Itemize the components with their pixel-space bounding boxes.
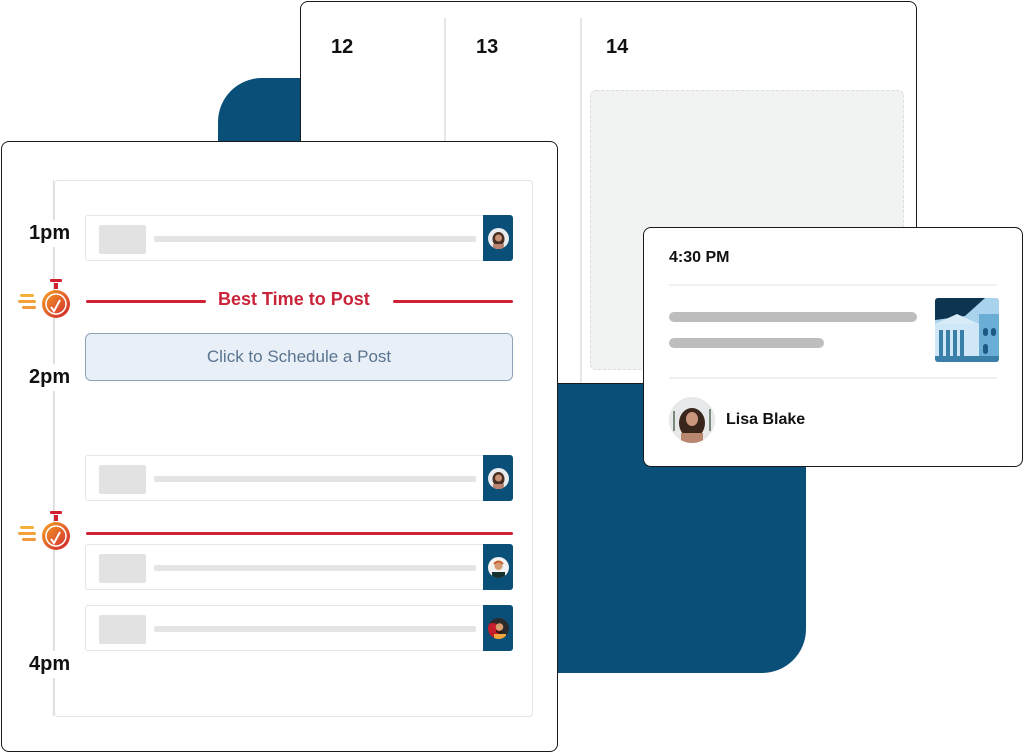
post-author-avatar	[483, 455, 513, 501]
post-author-avatar	[483, 215, 513, 261]
scheduled-post-row[interactable]	[85, 215, 513, 261]
author-avatar	[669, 397, 715, 443]
building-illustration-icon	[935, 298, 999, 362]
stopwatch-check-icon	[18, 274, 76, 326]
calendar-day-number: 12	[331, 36, 354, 58]
post-text-placeholder	[154, 476, 476, 482]
time-label-2pm: 2pm	[29, 364, 71, 391]
post-text-placeholder	[154, 236, 476, 242]
divider	[669, 377, 997, 379]
post-thumbnail-placeholder	[99, 225, 146, 254]
time-label-1pm: 1pm	[29, 220, 71, 247]
post-text-placeholder	[669, 312, 917, 322]
woman-curly-hair-avatar-icon	[487, 227, 509, 249]
divider	[669, 284, 997, 286]
post-text-placeholder	[154, 565, 476, 571]
best-time-line	[393, 300, 513, 303]
author-name: Lisa Blake	[726, 411, 806, 428]
post-preview-card[interactable]: 4:30 PM Lisa Blake	[643, 227, 1023, 467]
post-thumbnail-placeholder	[99, 554, 146, 583]
post-text-placeholder	[154, 626, 476, 632]
man-red-background-avatar-icon	[487, 617, 509, 639]
post-thumbnail-placeholder	[99, 615, 146, 644]
post-author-avatar	[483, 605, 513, 651]
woman-curly-hair-avatar-icon	[487, 467, 509, 489]
scheduled-post-row[interactable]	[85, 455, 513, 501]
stopwatch-check-icon	[18, 506, 76, 558]
best-time-line	[86, 300, 206, 303]
post-author-avatar	[483, 544, 513, 590]
calendar-day-number: 14	[606, 36, 629, 58]
timeline-axis	[53, 180, 54, 716]
best-time-label: Best Time to Post	[218, 289, 370, 309]
scheduled-post-row[interactable]	[85, 544, 513, 590]
post-thumbnail-placeholder	[99, 465, 146, 494]
schedule-post-button[interactable]: Click to Schedule a Post	[85, 333, 513, 381]
calendar-day-number: 13	[476, 36, 499, 58]
best-time-line	[86, 532, 513, 535]
post-time: 4:30 PM	[669, 249, 730, 266]
scheduled-post-row[interactable]	[85, 605, 513, 651]
time-label-4pm: 4pm	[29, 651, 71, 678]
man-headphones-avatar-icon	[487, 556, 509, 578]
post-text-placeholder	[669, 338, 824, 348]
